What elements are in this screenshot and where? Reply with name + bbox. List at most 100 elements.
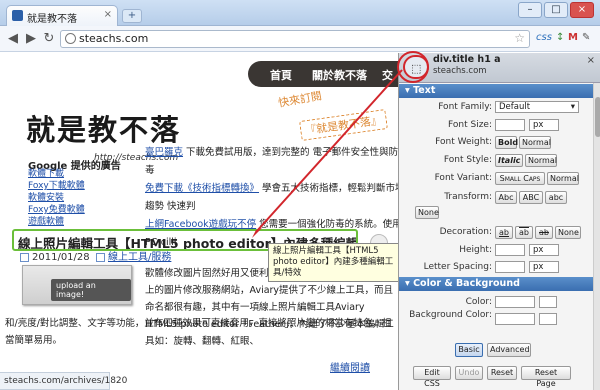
menu-about[interactable]: 關於教不落	[312, 67, 367, 83]
site-menu: 首頁 關於教不落 交	[248, 61, 408, 87]
window-close-button[interactable]: ×	[570, 2, 594, 18]
selector-path[interactable]: div.title h1 a	[433, 54, 501, 65]
undo-button[interactable]: Undo	[455, 366, 483, 380]
site-logo[interactable]: 就是教不落	[26, 107, 181, 149]
variant-normal-button[interactable]: Normal	[547, 172, 579, 185]
gmail-icon[interactable]: M	[568, 32, 578, 43]
decoration-label: Decoration:	[439, 227, 492, 237]
capitalize-button[interactable]: Abc	[495, 191, 517, 204]
element-select-button[interactable]: ⬚	[403, 55, 429, 79]
title-tooltip: 線上照片編輯工具【HTML5 photo editor】內建多種編輯工具/特效	[268, 243, 404, 282]
reset-button[interactable]: Reset	[487, 366, 517, 380]
ad-link[interactable]: Foxy免費軟體	[28, 204, 85, 216]
post-body-cont: 和/亮度/對比調整、文字等功能，並有四種效果可直接套用，直接將照片變的相當有特色…	[5, 318, 392, 346]
tab-close-icon[interactable]: ×	[104, 9, 112, 20]
letter-spacing-label: Letter Spacing:	[423, 262, 492, 272]
post-date: 2011/01/28	[32, 252, 90, 263]
overline-button[interactable]: ab	[515, 226, 533, 239]
address-bar[interactable]: steachs.com ☆	[60, 30, 530, 48]
color-section-title: Color & Background	[413, 278, 520, 289]
menu-more[interactable]: 交	[382, 67, 393, 83]
letter-spacing-unit[interactable]: px	[529, 261, 559, 273]
maximize-button[interactable]: □	[544, 2, 568, 18]
decoration-none-button[interactable]: None	[555, 226, 581, 239]
news-row: 免費下載《技術指標轉換》 學會五大技術指標，輕鬆判斷市場趨勢 快速判	[145, 180, 405, 216]
line-height-unit[interactable]: px	[529, 244, 559, 256]
menu-home[interactable]: 首頁	[270, 67, 292, 83]
subscribe-stamp[interactable]: 快來訂閱	[277, 87, 323, 110]
text-section-header[interactable]: ▾ Text	[399, 84, 593, 98]
scroll-thumb[interactable]	[595, 97, 600, 137]
panel-scrollbar[interactable]	[593, 83, 600, 390]
ad-links: 軟體下載 Foxy下載軟體 軟體安裝 Foxy免費軟體 遊戲軟體	[28, 168, 85, 228]
line-height-unit-value: px	[533, 245, 544, 255]
font-size-unit[interactable]: px	[529, 119, 559, 131]
post-thumbnail[interactable]: upload an image!	[22, 265, 132, 305]
bookmark-star-icon[interactable]: ☆	[514, 31, 525, 45]
ad-link[interactable]: Foxy下載軟體	[28, 180, 85, 192]
advanced-mode-button[interactable]: Advanced	[487, 343, 531, 357]
post-category[interactable]: 線上工具/服務	[108, 252, 171, 263]
folder-icon	[96, 252, 105, 262]
news-row: 臺巴羅克 下載免費試用版，達到完整的 電子郵件安全性與防毒	[145, 144, 405, 180]
edit-css-button[interactable]: Edit CSS	[413, 366, 451, 388]
color-label: Color:	[465, 297, 492, 307]
title-bar: 就是教不落 × + – □ ×	[0, 0, 600, 26]
reload-icon[interactable]: ↻	[40, 30, 58, 48]
extension-icon[interactable]: ↕	[556, 32, 564, 43]
ad-link[interactable]: 軟體下載	[28, 168, 85, 180]
transform-none-button[interactable]: None	[415, 206, 439, 219]
font-family-value: Default	[499, 102, 531, 112]
minimize-button[interactable]: –	[518, 2, 542, 18]
browser-toolbar: ◀ ▶ ↻ steachs.com ☆ css ↕ M ✎	[0, 26, 600, 52]
css-editor-panel: ⬚ div.title h1 a steachs.com × ▾ Text Fo…	[398, 53, 600, 390]
css-extension-icon[interactable]: css	[536, 32, 552, 43]
font-style-label: Font Style:	[443, 155, 492, 165]
bg-color-picker[interactable]	[539, 313, 557, 325]
chevron-down-icon: ▾	[570, 102, 575, 112]
news-link[interactable]: 臺巴羅克	[145, 147, 183, 158]
transform-label: Transform:	[444, 192, 492, 202]
letter-spacing-input[interactable]	[495, 261, 525, 273]
news-text: 下載免費試用版，達到完整的 電子郵件安全性與防毒	[145, 147, 399, 176]
news-link[interactable]: 免費下載《技術指標轉換》	[145, 183, 259, 194]
basic-mode-button[interactable]: Basic	[455, 343, 483, 357]
font-size-input[interactable]	[495, 119, 525, 131]
forward-icon[interactable]: ▶	[22, 30, 40, 48]
lowercase-button[interactable]: abc	[545, 191, 567, 204]
browser-tab[interactable]: 就是教不落 ×	[6, 5, 118, 26]
color-input[interactable]	[495, 296, 535, 308]
style-normal-button[interactable]: Normal	[525, 154, 557, 167]
subscribe-stamp-name[interactable]: 『就是教不落』	[299, 109, 388, 141]
selector-site: steachs.com	[433, 66, 487, 76]
ad-link[interactable]: 遊戲軟體	[28, 216, 85, 228]
color-picker[interactable]	[539, 296, 557, 308]
font-variant-label: Font Variant:	[434, 173, 492, 183]
font-size-label: Font Size:	[448, 120, 492, 130]
back-icon[interactable]: ◀	[4, 30, 22, 48]
bg-color-label: Background Color:	[409, 310, 492, 320]
globe-icon	[65, 33, 76, 44]
color-section-header[interactable]: ▾ Color & Background	[399, 277, 593, 291]
line-height-label: Height:	[459, 245, 492, 255]
font-size-unit-value: px	[533, 120, 544, 130]
underline-button[interactable]: ab	[495, 226, 513, 239]
new-tab-button[interactable]: +	[122, 9, 142, 23]
italic-button[interactable]: Italic	[495, 154, 523, 167]
strike-button[interactable]: ab	[535, 226, 553, 239]
address-url: steachs.com	[79, 32, 149, 45]
panel-header: ⬚ div.title h1 a steachs.com ×	[399, 53, 600, 83]
reset-page-button[interactable]: Reset Page	[521, 366, 571, 388]
bg-color-input[interactable]	[495, 313, 535, 325]
uppercase-button[interactable]: ABC	[519, 191, 543, 204]
font-family-select[interactable]: Default ▾	[495, 101, 579, 113]
bold-button[interactable]: Bold	[495, 136, 518, 149]
weight-normal-button[interactable]: Normal	[519, 136, 551, 149]
wrench-icon[interactable]: ✎	[582, 32, 590, 43]
site-favicon-icon	[12, 10, 23, 21]
ad-link[interactable]: 軟體安裝	[28, 192, 85, 204]
line-height-input[interactable]	[495, 244, 525, 256]
read-more-link[interactable]: 繼續閱讀	[330, 359, 370, 374]
panel-close-icon[interactable]: ×	[587, 55, 595, 66]
small-caps-button[interactable]: Small Caps	[495, 172, 545, 185]
